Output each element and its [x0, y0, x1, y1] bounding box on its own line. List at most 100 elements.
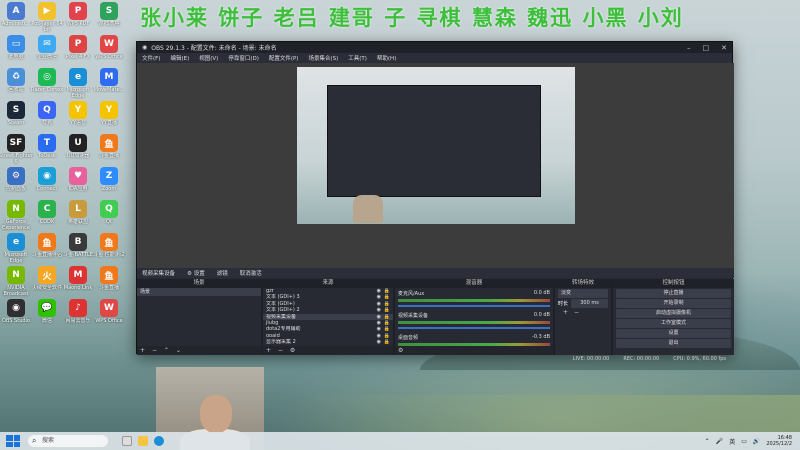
studio-mode-button[interactable]: 工作室模式: [616, 319, 731, 328]
remove-icon[interactable]: −: [152, 347, 157, 354]
scenes-header: 场景: [137, 279, 261, 288]
start-recording-button[interactable]: 开始录制: [616, 299, 731, 308]
ime-indicator[interactable]: 英: [729, 437, 735, 446]
desktop-icon-label: YY直播: [100, 120, 118, 126]
volume-icon[interactable]: 🔊: [753, 438, 760, 445]
task-view-icon[interactable]: [122, 436, 132, 446]
mixer-channel: 视频采集设备 0.0 dB: [398, 312, 550, 331]
volume-slider[interactable]: [398, 305, 550, 307]
menu-help[interactable]: 帮助(H): [377, 54, 396, 62]
app-icon: W: [100, 35, 118, 53]
desktop-icon[interactable]: W WPS Office: [91, 35, 127, 66]
clock[interactable]: 16:48 2025/12/2: [766, 435, 792, 447]
menu-view[interactable]: 视图(V): [199, 54, 218, 62]
controls-header: 控制按钮: [613, 279, 734, 288]
obs-statusbar: LIVE: 00:00:00 REC: 00:00:00 CPU: 0.9%, …: [573, 356, 726, 362]
desktop-icon[interactable]: 鱼斗鱼·性能测试: [91, 233, 127, 264]
duration-input[interactable]: 300 ms: [571, 299, 608, 308]
start-virtual-camera-button[interactable]: 启动虚拟摄像机: [616, 309, 731, 318]
desktop-icon[interactable]: S WPS表格: [91, 2, 127, 33]
up-icon[interactable]: ⌃: [164, 347, 169, 354]
mixer-footer: ⚙: [395, 346, 553, 355]
down-icon[interactable]: ⌄: [176, 347, 181, 354]
taskbar-search[interactable]: 搜索: [28, 435, 108, 447]
source-item-label: jiubg: [266, 319, 279, 326]
app-icon: L: [69, 200, 87, 218]
menu-tools[interactable]: 工具(T): [348, 54, 367, 62]
scenes-footer: + − ⌃ ⌄: [137, 346, 261, 355]
app-icon: ♥: [69, 167, 87, 185]
transition-select[interactable]: 淡变: [558, 289, 608, 298]
mixer-settings-icon[interactable]: ⚙: [398, 347, 403, 354]
menu-profile[interactable]: 配置文件(P): [269, 54, 299, 62]
app-icon: N: [7, 266, 25, 284]
taskbar-apps: [122, 436, 164, 446]
app-icon: Y: [69, 101, 87, 119]
start-icon[interactable]: [6, 435, 20, 447]
desktop-icon[interactable]: Z Zoom: [91, 167, 127, 198]
menu-edit[interactable]: 编辑(E): [170, 54, 189, 62]
lock-icon[interactable]: 🔒: [384, 339, 390, 345]
source-toolbar-name: 视频采集设备: [142, 271, 176, 277]
channel-db: 0.0 dB: [533, 312, 550, 318]
maximize-icon[interactable]: □: [703, 44, 710, 52]
desktop-icon[interactable]: M MoveMate...: [91, 68, 127, 99]
obs-preview[interactable]: [137, 63, 734, 268]
app-icon: ▶: [38, 2, 56, 20]
mic-icon[interactable]: 🎤: [716, 438, 723, 445]
channel-name: 桌面音频: [398, 335, 419, 341]
app-icon: ✉: [38, 35, 56, 53]
settings-button[interactable]: 设置: [616, 329, 731, 338]
file-explorer-icon[interactable]: [138, 436, 148, 446]
desktop-icon-label: Zoom: [101, 186, 117, 192]
source-properties-icon[interactable]: ⚙: [290, 347, 295, 354]
edge-icon[interactable]: [154, 436, 164, 446]
desktop-icon[interactable]: 鱼斗鱼直播: [91, 266, 127, 297]
obs-docks: 场景 场景 + − ⌃ ⌄ 来源 gzr ◉ 🔒 文本 (GDI+) 3 ◉ 🔒 文本 (G…: [137, 279, 734, 355]
nested-webcam: [353, 195, 383, 223]
stop-streaming-button[interactable]: 停止直播: [616, 289, 731, 298]
desktop-icon[interactable]: W WPS Office: [91, 299, 127, 330]
desktop-icon[interactable]: Q Qt: [91, 200, 127, 231]
rec-status: REC: 00:00:00: [623, 356, 660, 362]
app-icon: T: [38, 134, 56, 152]
source-item[interactable]: 显示器采集 2 ◉ 🔒: [263, 339, 393, 345]
add-source-icon[interactable]: +: [266, 347, 271, 354]
add-icon[interactable]: +: [140, 347, 145, 354]
close-icon[interactable]: ✕: [721, 44, 727, 52]
mixer-channels: 麦克风/Aux 0.0 dB 视频采集设备 0.0 dB 桌面音频 -0.3 dB: [395, 290, 553, 353]
menu-docks[interactable]: 停靠窗口(D): [228, 54, 259, 62]
app-icon: ◎: [38, 68, 56, 86]
visibility-icon[interactable]: ◉: [377, 339, 381, 345]
minimize-icon[interactable]: –: [687, 44, 691, 52]
tray-chevron-icon[interactable]: ⌃: [705, 438, 710, 445]
sources-footer: + − ⚙: [263, 346, 393, 355]
source-filters-button[interactable]: 滤镜: [217, 269, 228, 277]
app-icon: 鱼: [100, 266, 118, 284]
desktop-icon[interactable]: 鱼斗鱼直播: [91, 134, 127, 165]
obs-logo-icon: ◉: [142, 44, 148, 51]
desktop-icon[interactable]: Y YY直播: [91, 101, 127, 132]
source-deactivate-button[interactable]: 取消激活: [240, 269, 262, 277]
obs-titlebar[interactable]: ◉ OBS 29.1.3 - 配置文件: 未命名 - 场景: 未命名 – □ ✕: [137, 42, 732, 53]
source-item-label: 视频采集设备: [266, 313, 297, 320]
source-item-label: dota2专用辅助: [266, 326, 301, 333]
obs-window-title: OBS 29.1.3 - 配置文件: 未命名 - 场景: 未命名: [151, 45, 277, 52]
scene-item[interactable]: 场景: [137, 288, 261, 296]
obs-window[interactable]: ◉ OBS 29.1.3 - 配置文件: 未命名 - 场景: 未命名 – □ ✕…: [136, 41, 734, 362]
channel-db: -0.3 dB: [532, 334, 550, 340]
app-icon: P: [69, 35, 87, 53]
menu-scene-collection[interactable]: 场景集合(S): [308, 54, 338, 62]
remove-transition-icon[interactable]: −: [574, 309, 579, 316]
app-icon: S: [100, 2, 118, 20]
source-settings-button[interactable]: ⚙ 设置: [187, 269, 205, 277]
remove-source-icon[interactable]: −: [278, 347, 283, 354]
desktop-icon-label: WPS表格: [98, 21, 120, 27]
source-item-label: 文本 (GDI+): [266, 300, 295, 307]
exit-button[interactable]: 退出: [616, 339, 731, 348]
network-icon[interactable]: ▭: [741, 438, 747, 445]
menu-file[interactable]: 文件(F): [142, 54, 160, 62]
volume-slider[interactable]: [398, 327, 550, 329]
app-icon: 火: [38, 266, 56, 284]
add-transition-icon[interactable]: +: [563, 309, 568, 316]
